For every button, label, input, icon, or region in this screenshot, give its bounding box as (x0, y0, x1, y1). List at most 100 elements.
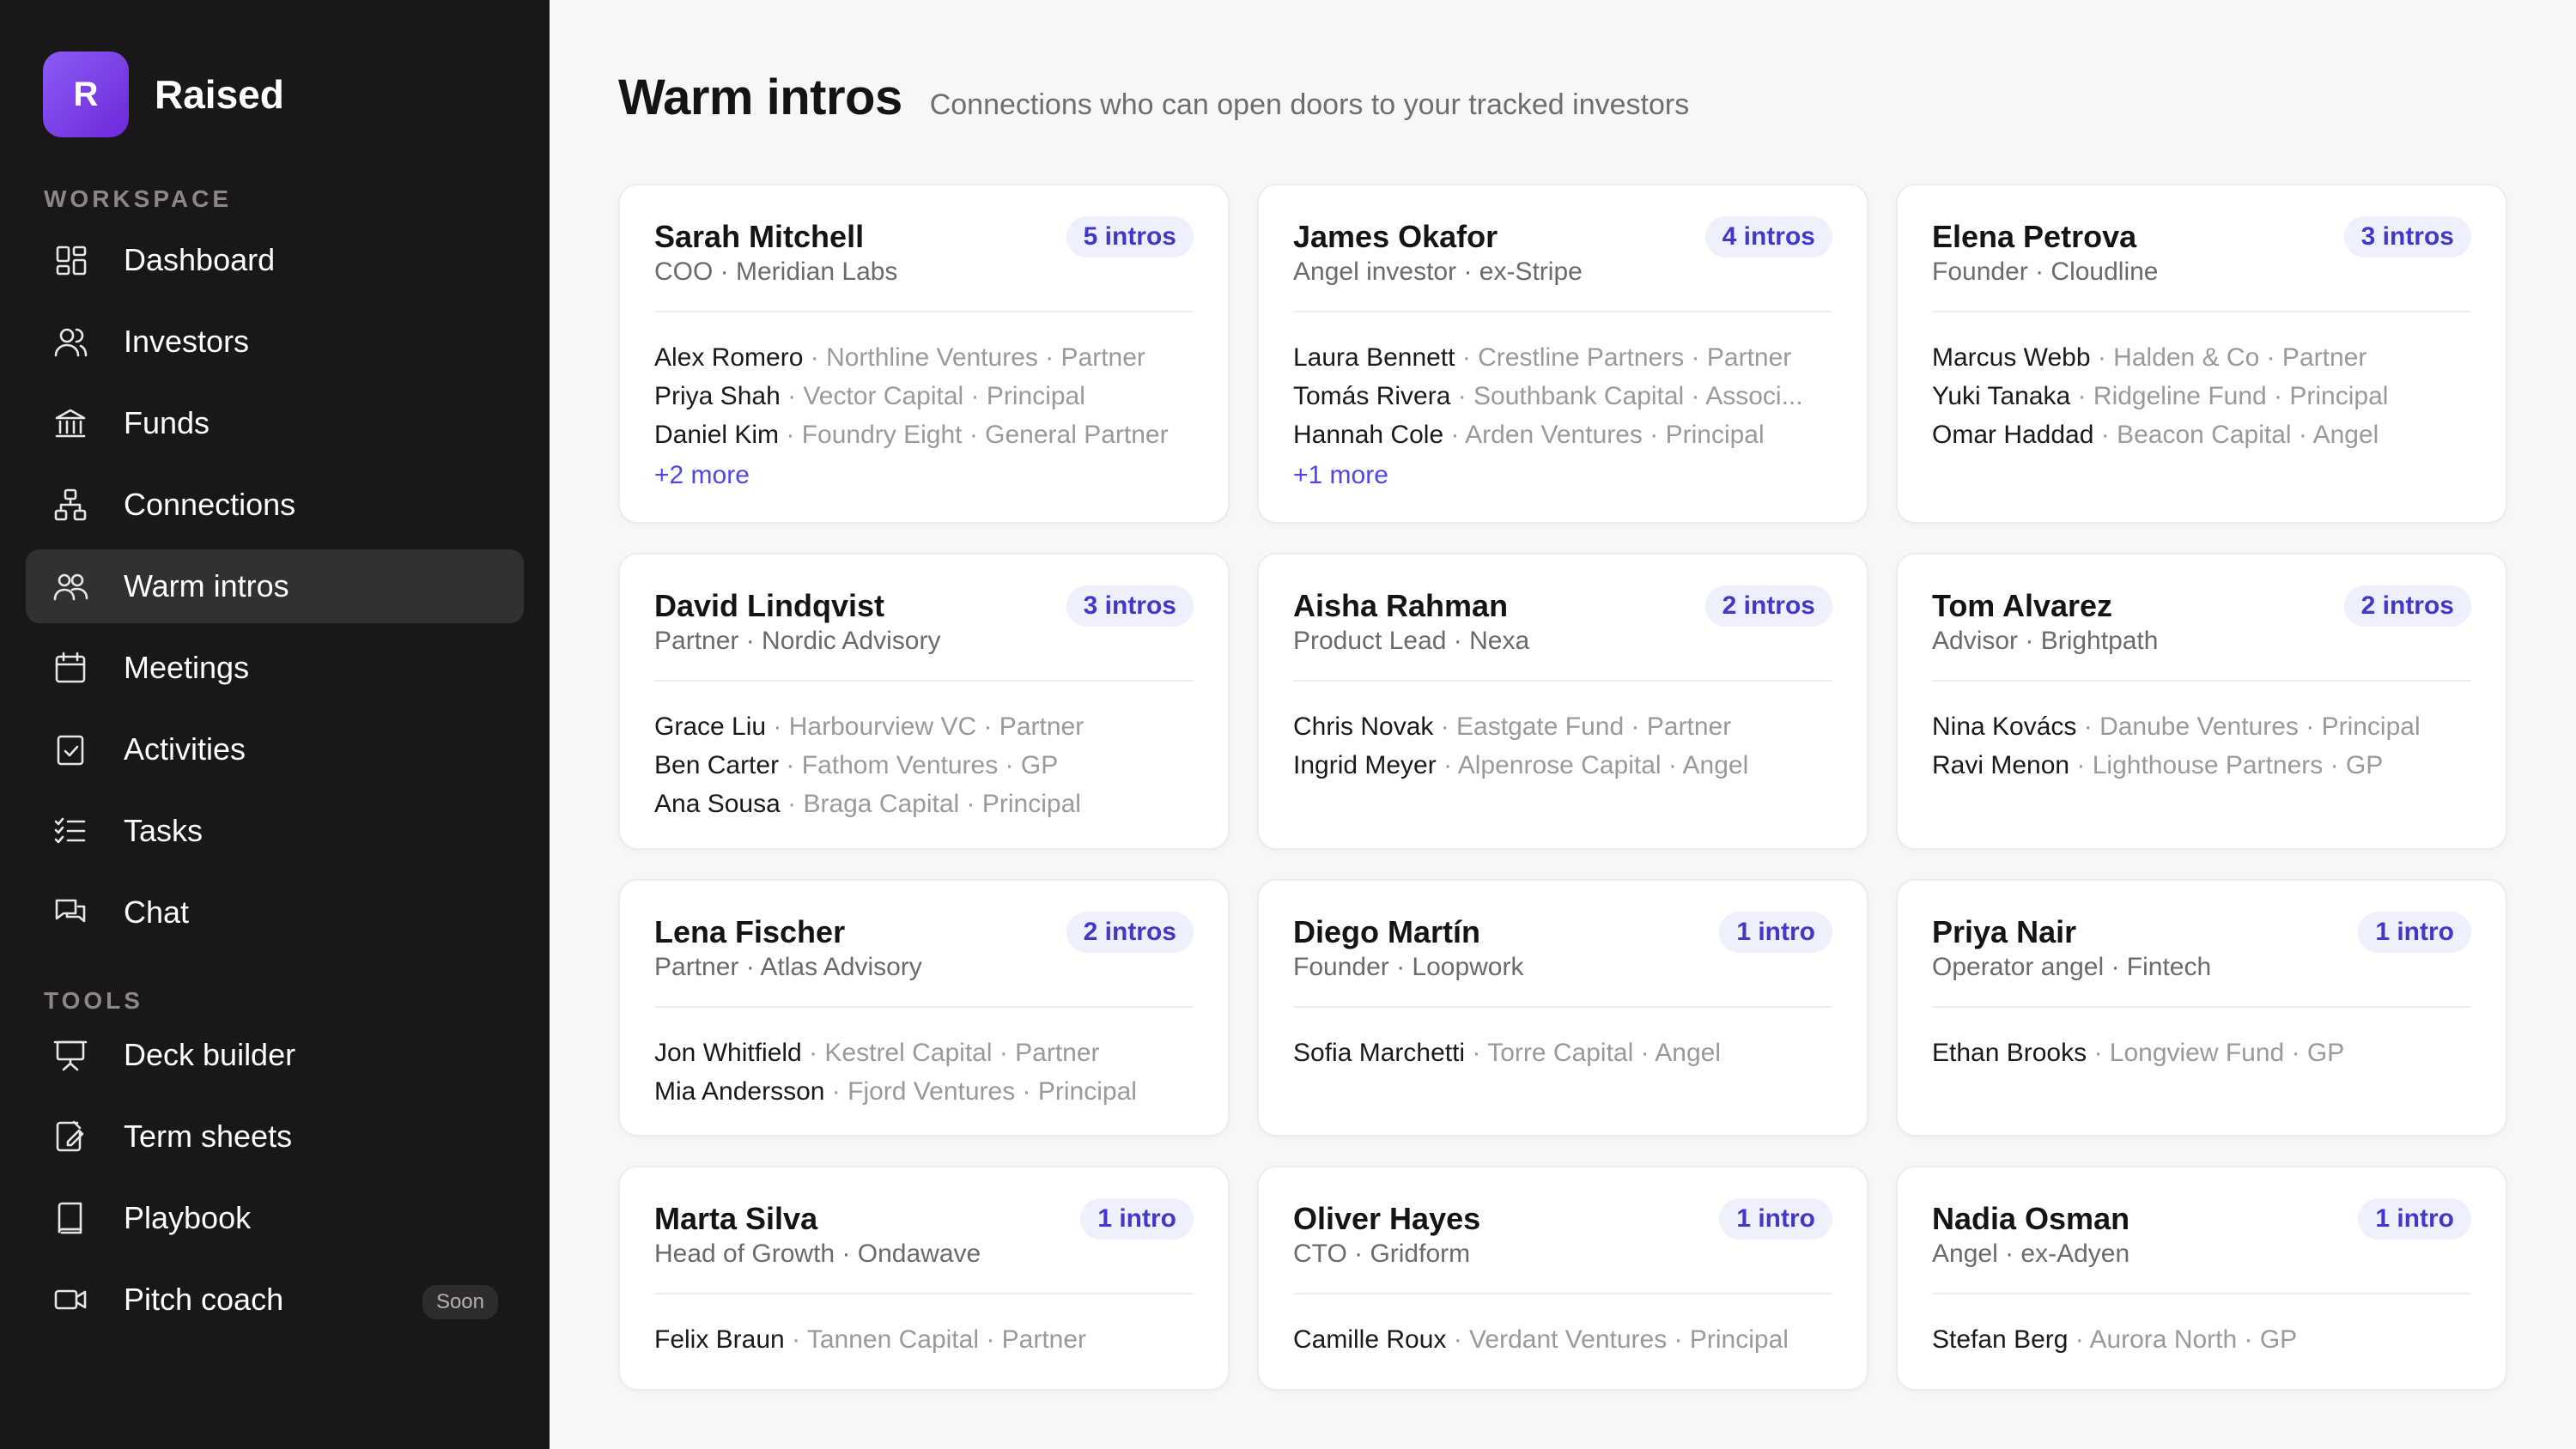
investor-row[interactable]: Ravi Menon · Lighthouse Partners · GP (1932, 746, 2471, 785)
investor-name: Alex Romero (654, 343, 804, 372)
connector-role: CTO · Gridform (1293, 1240, 1471, 1268)
investor-row[interactable]: Mia Andersson · Fjord Ventures · Princip… (654, 1072, 1194, 1111)
intro-card[interactable]: Aisha Rahman Product Lead · Nexa 2 intros C… (1257, 553, 1868, 850)
investor-row[interactable]: Ana Sousa · Braga Capital · Principal (654, 785, 1194, 823)
investor-name: Grace Liu (654, 712, 767, 741)
card-header: Sarah Mitchell COO · Meridian Labs 5 intro… (654, 185, 1194, 312)
investor-name: Jon Whitfield (654, 1039, 802, 1067)
investor-row[interactable]: Grace Liu · Harbourview VC · Partner (654, 707, 1194, 746)
intro-count-badge: 4 intros (1704, 216, 1832, 258)
investor-row[interactable]: Daniel Kim · Foundry Eight · General Par… (654, 415, 1194, 454)
card-connections: Ethan Brooks · Longview Fund · GP (1932, 1008, 2471, 1072)
tools-nav: Deck builder Term sheets Playbook Pitch coa… (26, 1018, 524, 1337)
investor-meta: · Beacon Capital · Angel (2093, 421, 2379, 449)
app-window: R Raised WORKSPACE Dashboard Investors Fun… (0, 0, 2576, 1449)
investor-row[interactable]: Ethan Brooks · Longview Fund · GP (1932, 1034, 2471, 1072)
investor-meta: · Vector Capital · Principal (780, 382, 1085, 410)
investor-meta: · Danube Ventures · Principal (2076, 712, 2421, 741)
investor-row[interactable]: Omar Haddad · Beacon Capital · Angel (1932, 415, 2471, 454)
intro-card[interactable]: Priya Nair Operator angel · Fintech 1 intr… (1896, 879, 2507, 1137)
investor-name: Ethan Brooks (1932, 1039, 2087, 1067)
nav-item-label: Warm intros (124, 568, 289, 603)
investor-row[interactable]: Marcus Webb · Halden & Co · Partner (1932, 338, 2471, 377)
nav-item-label: Meetings (124, 650, 250, 685)
nav-item-label: Tasks (124, 813, 204, 848)
investor-meta: · Harbourview VC · Partner (766, 712, 1084, 741)
intro-card[interactable]: Diego Martín Founder · Loopwork 1 intro Sof… (1257, 879, 1868, 1137)
show-more-link[interactable]: +1 more (1293, 454, 1832, 497)
nav-item-label: Pitch coach (124, 1282, 284, 1317)
investor-meta: · Torre Capital · Angel (1465, 1039, 1722, 1067)
nav-item-label: Term sheets (124, 1119, 293, 1154)
nav-item-label: Deck builder (124, 1037, 296, 1072)
investor-row[interactable]: Sofia Marchetti · Torre Capital · Angel (1293, 1034, 1832, 1072)
sidebar-item-tasks[interactable]: Tasks (26, 794, 524, 868)
intro-card[interactable]: Tom Alvarez Advisor · Brightpath 2 intros N… (1896, 553, 2507, 850)
investor-row[interactable]: Jon Whitfield · Kestrel Capital · Partne… (654, 1034, 1194, 1072)
investor-row[interactable]: Chris Novak · Eastgate Fund · Partner (1293, 707, 1832, 746)
investor-name: Camille Roux (1293, 1325, 1447, 1354)
investor-name: Ben Carter (654, 751, 780, 779)
investor-name: Marcus Webb (1932, 343, 2091, 372)
sidebar-item-playbook[interactable]: Playbook (26, 1181, 524, 1255)
investor-row[interactable]: Ingrid Meyer · Alpenrose Capital · Angel (1293, 746, 1832, 785)
investor-row[interactable]: Felix Braun · Tannen Capital · Partner (654, 1320, 1194, 1359)
card-connections: Laura Bennett · Crestline Partners · Par… (1293, 312, 1832, 497)
connector-role: Founder · Cloudline (1932, 258, 2159, 286)
card-header: Lena Fischer Partner · Atlas Advisory 2 in… (654, 881, 1194, 1008)
nav-item-label: Activities (124, 731, 246, 767)
intro-card[interactable]: Nadia Osman Angel · ex-Adyen 1 intro Stefan… (1896, 1166, 2507, 1391)
investor-row[interactable]: Laura Bennett · Crestline Partners · Par… (1293, 338, 1832, 377)
intro-card[interactable]: Marta Silva Head of Growth · Ondawave 1 in… (618, 1166, 1230, 1391)
investor-row[interactable]: Yuki Tanaka · Ridgeline Fund · Principal (1932, 377, 2471, 415)
investor-meta: · Braga Capital · Principal (780, 790, 1081, 818)
sidebar-item-activities[interactable]: Activities (26, 712, 524, 786)
intro-card[interactable]: Sarah Mitchell COO · Meridian Labs 5 intro… (618, 184, 1230, 524)
investor-row[interactable]: Hannah Cole · Arden Ventures · Principal (1293, 415, 1832, 454)
sidebar-item-investors[interactable]: Investors (26, 305, 524, 379)
sidebar-item-chat[interactable]: Chat (26, 876, 524, 949)
investor-row[interactable]: Priya Shah · Vector Capital · Principal (654, 377, 1194, 415)
card-connections: Felix Braun · Tannen Capital · Partner (654, 1294, 1194, 1359)
investor-name: Hannah Cole (1293, 421, 1444, 449)
intro-card[interactable]: Elena Petrova Founder · Cloudline 3 intros… (1896, 184, 2507, 524)
investor-meta: · Ridgeline Fund · Principal (2070, 382, 2389, 410)
brand[interactable]: R Raised (43, 50, 524, 139)
investor-name: Ingrid Meyer (1293, 751, 1437, 779)
sidebar-item-funds[interactable]: Funds (26, 386, 524, 460)
investor-name: Chris Novak (1293, 712, 1434, 741)
investor-name: Tomás Rivera (1293, 382, 1451, 410)
document-edit-icon (52, 1118, 89, 1155)
sidebar-item-deck-builder[interactable]: Deck builder (26, 1018, 524, 1092)
intro-count-badge: 2 intros (1066, 912, 1194, 953)
investor-row[interactable]: Stefan Berg · Aurora North · GP (1932, 1320, 2471, 1359)
intro-count-badge: 1 intro (1719, 1198, 1832, 1240)
sidebar-item-connections[interactable]: Connections (26, 468, 524, 542)
nav-item-label: Connections (124, 487, 296, 522)
investor-meta: · Crestline Partners · Partner (1455, 343, 1792, 372)
intro-card[interactable]: James Okafor Angel investor · ex-Stripe 4 … (1257, 184, 1868, 524)
intro-card[interactable]: David Lindqvist Partner · Nordic Advisory… (618, 553, 1230, 850)
nav-item-label: Playbook (124, 1200, 252, 1235)
sidebar-item-warm-intros[interactable]: Warm intros (26, 549, 524, 623)
intro-card[interactable]: Lena Fischer Partner · Atlas Advisory 2 in… (618, 879, 1230, 1137)
investor-row[interactable]: Nina Kovács · Danube Ventures · Principa… (1932, 707, 2471, 746)
sidebar-item-dashboard[interactable]: Dashboard (26, 223, 524, 297)
intro-count-badge: 2 intros (1704, 585, 1832, 627)
investor-name: Ana Sousa (654, 790, 781, 818)
investor-row[interactable]: Tomás Rivera · Southbank Capital · Assoc… (1293, 377, 1832, 415)
investor-row[interactable]: Camille Roux · Verdant Ventures · Princi… (1293, 1320, 1832, 1359)
sidebar-item-term-sheets[interactable]: Term sheets (26, 1100, 524, 1173)
sidebar-item-meetings[interactable]: Meetings (26, 631, 524, 705)
sidebar-item-pitch-coach[interactable]: Pitch coach Soon (26, 1263, 524, 1337)
investor-row[interactable]: Ben Carter · Fathom Ventures · GP (654, 746, 1194, 785)
user-group-icon (52, 567, 89, 605)
investor-meta: · Lighthouse Partners · GP (2069, 751, 2384, 779)
investor-row[interactable]: Alex Romero · Northline Ventures · Partn… (654, 338, 1194, 377)
card-header: Oliver Hayes CTO · Gridform 1 intro (1293, 1167, 1832, 1294)
show-more-link[interactable]: +2 more (654, 454, 1194, 497)
card-header: David Lindqvist Partner · Nordic Advisory… (654, 555, 1194, 682)
intro-count-badge: 1 intro (1080, 1198, 1194, 1240)
intro-card[interactable]: Oliver Hayes CTO · Gridform 1 intro Camille… (1257, 1166, 1868, 1391)
brand-logo: R (43, 52, 129, 137)
